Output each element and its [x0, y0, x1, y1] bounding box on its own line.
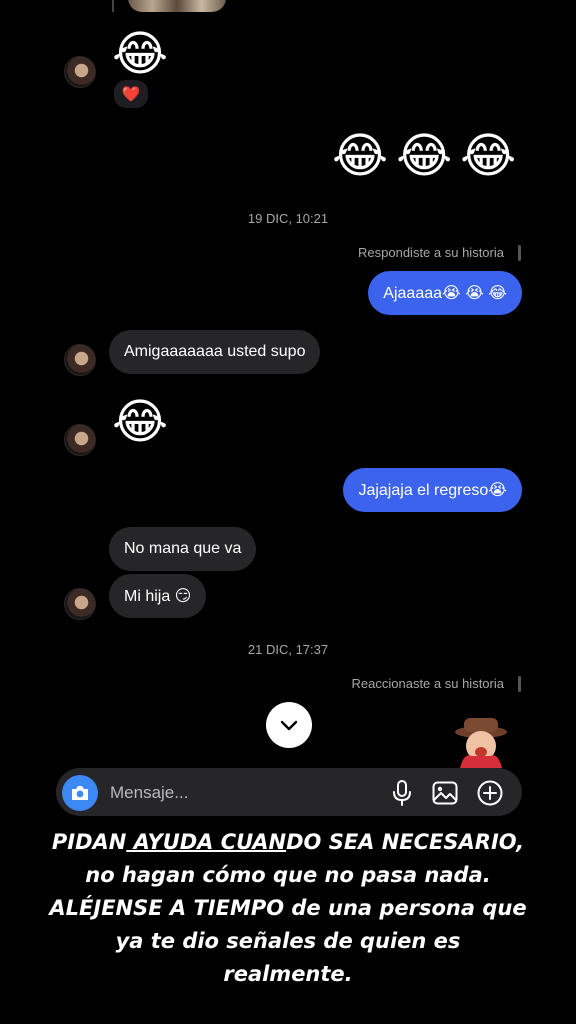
received-message-bubble[interactable]: Mi hija 😏: [109, 574, 207, 618]
camera-button[interactable]: [62, 775, 98, 811]
caption-segment: DO SEA NECESARIO,: [286, 830, 525, 854]
message-input[interactable]: Mensaje...: [110, 783, 188, 803]
contact-avatar[interactable]: [64, 588, 96, 620]
contact-avatar[interactable]: [64, 56, 96, 88]
caption-underlined-segment: AYUDA CUAN: [126, 830, 287, 854]
heart-reaction-badge[interactable]: ❤️: [112, 78, 150, 110]
microphone-icon: [393, 780, 411, 806]
reply-indicator: [518, 676, 521, 692]
contact-avatar[interactable]: [64, 424, 96, 456]
caption-segment: no hagan cómo que no pasa nada.: [85, 863, 491, 887]
received-message-bubble[interactable]: No mana que va: [109, 527, 257, 571]
received-message-bubble[interactable]: Amigaaaaaaa usted supo: [109, 330, 321, 374]
heart-icon: ❤️: [121, 86, 141, 103]
memoji-sticker[interactable]: [452, 716, 510, 768]
sent-message-bubble[interactable]: Ajaaaaa😭 😭 😂: [368, 271, 522, 315]
story-reply-note: Respondiste a su historia: [358, 245, 504, 260]
scroll-to-bottom-button[interactable]: [266, 702, 312, 748]
sent-message-bubble[interactable]: Jajajaja el regreso😭: [343, 468, 522, 512]
story-reaction-note: Reaccionaste a su historia: [351, 676, 504, 691]
voice-message-button[interactable]: [386, 777, 418, 809]
contact-avatar[interactable]: [64, 344, 96, 376]
received-emoji-message[interactable]: 😂: [112, 398, 168, 446]
timestamp: 19 DIC, 10:21: [247, 211, 329, 226]
caption-segment: PIDAN: [51, 830, 127, 854]
received-emoji-message[interactable]: 😂: [112, 30, 168, 78]
gallery-button[interactable]: [429, 777, 461, 809]
plus-circle-icon: [477, 780, 503, 806]
thread-divider: [112, 0, 114, 12]
timestamp: 21 DIC, 17:37: [247, 642, 329, 657]
story-caption-text: PIDAN AYUDA CUANDO SEA NECESARIO, no hag…: [48, 826, 528, 991]
caption-segment: ALÉJENSE A TIEMPO: [49, 896, 285, 920]
chevron-down-icon: [280, 720, 298, 731]
camera-icon: [72, 786, 88, 800]
image-icon: [432, 781, 458, 805]
sent-emoji-message[interactable]: 😂😂😂: [332, 132, 524, 180]
reply-indicator: [518, 245, 521, 261]
shared-media-thumbnail[interactable]: [128, 0, 226, 12]
more-options-button[interactable]: [474, 777, 506, 809]
